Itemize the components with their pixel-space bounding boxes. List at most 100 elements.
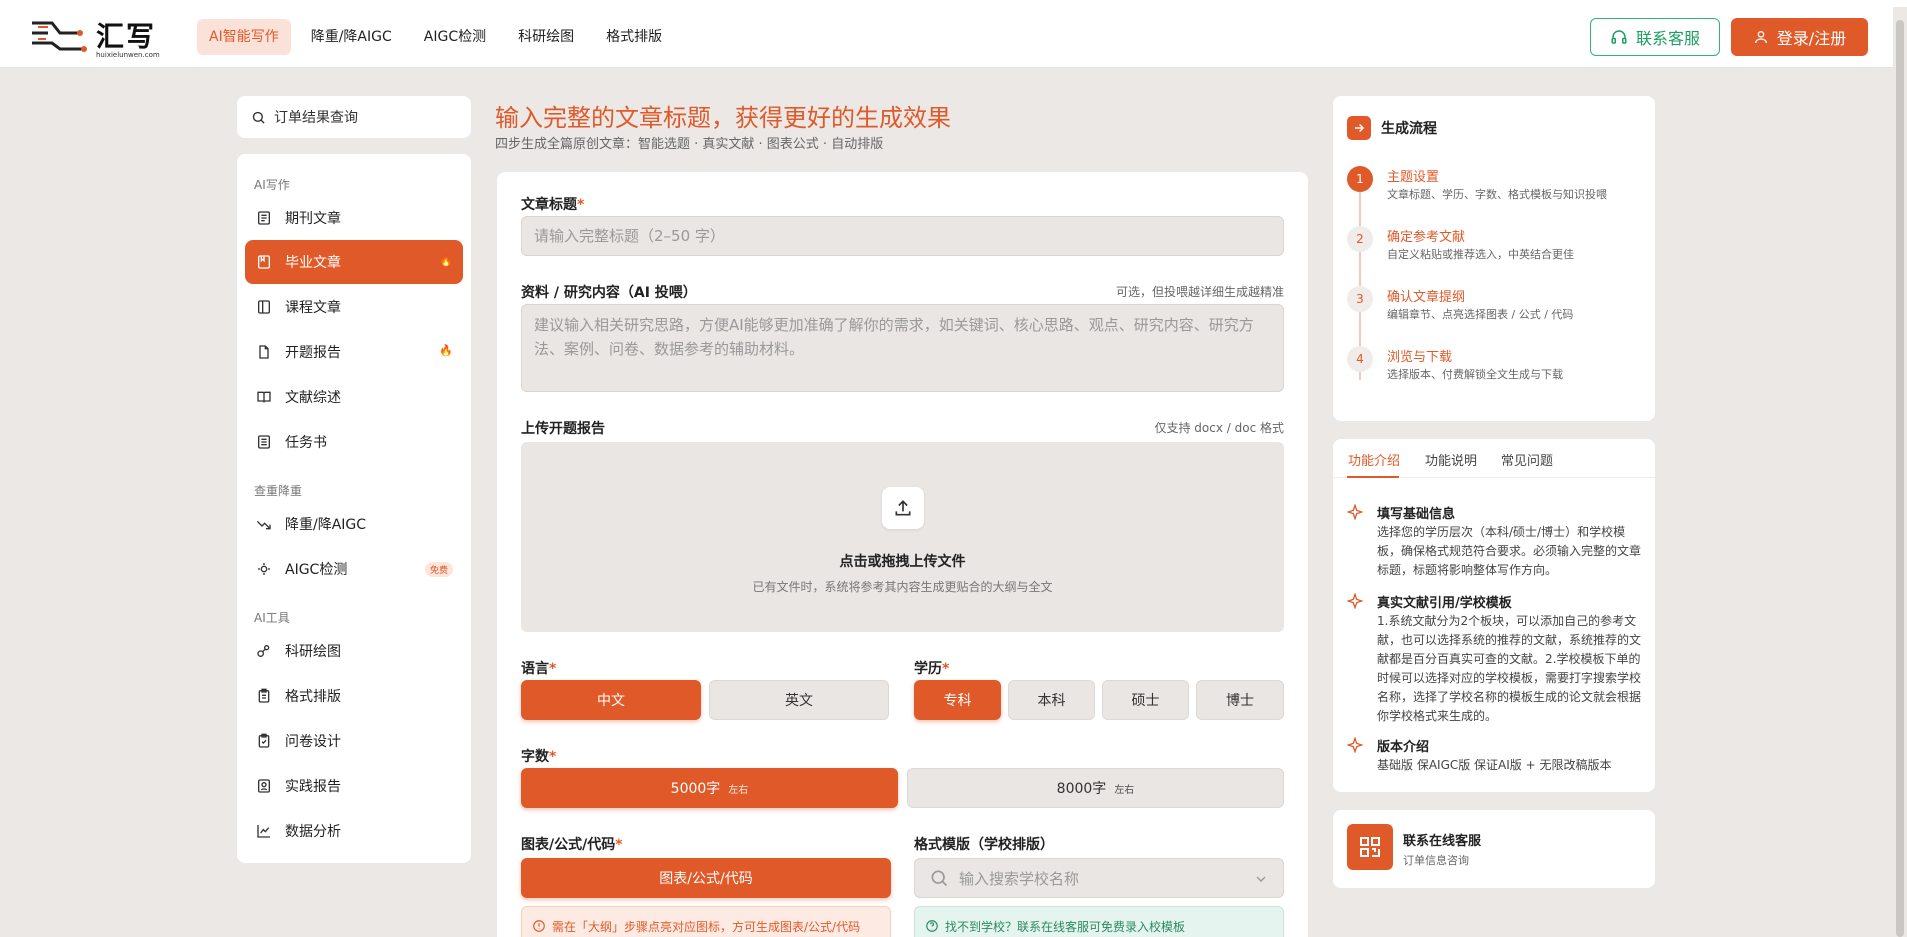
logo-mark-icon	[32, 21, 87, 52]
graduation-icon	[255, 253, 273, 271]
trend-down-icon	[255, 515, 273, 533]
nav-ai-writing[interactable]: AI智能写作	[197, 19, 291, 55]
sparkle-icon	[1347, 593, 1363, 609]
main-nav: AI智能写作 降重/降AIGC AIGC检测 科研绘图 格式排版	[197, 19, 674, 55]
intro-card: 功能介绍 功能说明 常见问题 填写基础信息 选择您的学历层次（本科/硕士/博士）…	[1333, 439, 1655, 792]
words-label: 字数*	[521, 746, 556, 766]
edu-option-boshi[interactable]: 博士	[1196, 680, 1284, 720]
nav-research-drawing[interactable]: 科研绘图	[506, 19, 586, 55]
required-mark: *	[577, 197, 585, 213]
school-template-select[interactable]: 输入搜索学校名称	[914, 858, 1284, 898]
sidebar-section-check: 查重降重	[254, 484, 303, 498]
sidebar-item-label: 期刊文章	[285, 211, 341, 227]
sidebar-item-format[interactable]: 格式排版	[245, 674, 463, 718]
words-suffix: 左右	[728, 784, 749, 796]
step-title: 确定参考文献	[1387, 230, 1466, 245]
warn-notice-text: 需在「大纲」步骤点亮对应图标，方可生成图表/公式/代码	[552, 919, 861, 934]
education-label: 学历*	[914, 658, 949, 678]
line-chart-icon	[255, 822, 273, 840]
nav-reduce[interactable]: 降重/降AIGC	[299, 19, 404, 55]
lang-option-english[interactable]: 英文	[709, 680, 889, 720]
upload-field-label: 上传开题报告	[521, 421, 605, 437]
sidebar-section-tools: AI工具	[254, 611, 290, 625]
hot-badge: 🔥	[439, 254, 453, 267]
sidebar-item-task[interactable]: 任务书	[245, 420, 463, 464]
title-field-label: 文章标题*	[521, 194, 584, 214]
upload-dropzone[interactable]: 点击或拖拽上传文件 已有文件时，系统将参考其内容生成更贴合的大纲与全文	[521, 442, 1284, 632]
sidebar-item-aigc[interactable]: AIGC检测 免费	[245, 547, 463, 591]
login-button[interactable]: 登录/注册	[1731, 18, 1868, 56]
feature-desc: 基础版 保AIGC版 保证AI版 + 无限改稿版本	[1377, 758, 1612, 772]
sparkle-icon	[1347, 737, 1363, 753]
top-strip	[0, 0, 1907, 7]
headset-icon	[1611, 30, 1627, 44]
chevron-down-icon	[1256, 876, 1266, 882]
order-search[interactable]: 订单结果查询	[237, 96, 471, 138]
arrow-right-icon	[1347, 116, 1371, 140]
qrcode-icon	[1347, 824, 1393, 870]
sidebar-item-journal[interactable]: 期刊文章	[245, 196, 463, 240]
sidebar-section-ai: AI写作	[254, 178, 290, 192]
sidebar-item-reduce[interactable]: 降重/降AIGC	[245, 502, 463, 546]
search-icon	[931, 870, 948, 887]
sidebar-item-label: 问卷设计	[285, 734, 341, 750]
contact-service-button[interactable]: 联系客服	[1590, 18, 1720, 56]
words-option-8000[interactable]: 8000字 左右	[907, 768, 1284, 808]
flow-step-3: 3 确认文章提纲 编辑章节、点亮选择图表 / 公式 / 代码	[1347, 286, 1647, 330]
sidebar-item-drawing[interactable]: 科研绘图	[245, 629, 463, 673]
page-subtitle: 四步生成全篇原创文章：智能选题 · 真实文献 · 图表公式 · 自动排版	[495, 137, 884, 152]
sidebar-item-graduation[interactable]: 毕业文章 🔥	[245, 240, 463, 284]
lang-option-chinese[interactable]: 中文	[521, 680, 701, 720]
nav-aigc-detect[interactable]: AIGC检测	[412, 19, 498, 55]
flow-title: 生成流程	[1381, 121, 1437, 137]
sidebar-item-practice[interactable]: 实践报告	[245, 764, 463, 808]
template-label: 格式模版（学校排版）	[914, 837, 1054, 853]
feature-title: 版本介绍	[1377, 740, 1430, 755]
required-mark: *	[942, 661, 950, 677]
step-number: 2	[1347, 226, 1373, 252]
logo-name: 汇写	[96, 20, 157, 53]
sidebar-item-questionnaire[interactable]: 问卷设计	[245, 719, 463, 763]
words-option-5000[interactable]: 5000字 左右	[521, 768, 898, 808]
edu-option-zhuanke[interactable]: 专科	[914, 680, 1001, 720]
search-icon	[252, 111, 265, 124]
online-service-title: 联系在线客服	[1403, 834, 1482, 849]
upload-title: 点击或拖拽上传文件	[839, 554, 966, 570]
book-icon	[255, 388, 273, 406]
material-hint: 可选，但投喂越详细生成越精准	[1115, 285, 1284, 299]
sidebar-item-proposal[interactable]: 开题报告 🔥	[245, 330, 463, 374]
tab-features[interactable]: 功能介绍	[1348, 450, 1400, 469]
online-service-card[interactable]: 联系在线客服 订单信息咨询	[1333, 810, 1655, 888]
logo[interactable]: 汇写 huixielunwen.com	[30, 13, 160, 61]
scrollbar-thumb[interactable]	[1896, 20, 1904, 937]
sidebar-item-label: 格式排版	[285, 689, 341, 705]
tab-faq[interactable]: 常见问题	[1501, 450, 1553, 469]
page-scrollbar[interactable]	[1896, 20, 1904, 937]
nav-format[interactable]: 格式排版	[594, 19, 674, 55]
material-textarea[interactable]: 建议输入相关研究思路，方便AI能够更加准确了解你的需求，如关键词、核心思路、观点…	[521, 304, 1284, 392]
sidebar-item-label: 开题报告	[285, 345, 341, 361]
tab-instructions[interactable]: 功能说明	[1425, 450, 1477, 469]
sidebar-item-data[interactable]: 数据分析	[245, 809, 463, 853]
language-label-text: 语言	[521, 661, 549, 677]
title-input[interactable]: 请输入完整标题（2–50 字）	[521, 216, 1284, 256]
sidebar-item-label: 任务书	[285, 435, 327, 451]
chart-formula-code-button[interactable]: 图表/公式/代码	[521, 858, 891, 898]
sidebar-item-course[interactable]: 课程文章	[245, 285, 463, 329]
chart-draw-icon	[255, 642, 273, 660]
sidebar-item-label: 科研绘图	[285, 644, 341, 660]
edu-option-benke[interactable]: 本科	[1008, 680, 1095, 720]
words-label-text: 字数	[521, 749, 549, 765]
language-label: 语言*	[521, 658, 556, 678]
sidebar-item-label: 降重/降AIGC	[285, 517, 367, 533]
chart-label: 图表/公式/代码*	[521, 834, 623, 854]
step-number: 1	[1347, 166, 1373, 192]
material-field-label: 资料 / 研究内容（AI 投喂）	[521, 285, 697, 301]
form-card: 文章标题* 请输入完整标题（2–50 字） 资料 / 研究内容（AI 投喂） 可…	[497, 172, 1308, 937]
sidebar-item-literature[interactable]: 文献综述	[245, 375, 463, 419]
sidebar-item-label: 文献综述	[285, 390, 341, 406]
detect-icon	[255, 560, 273, 578]
edu-option-shuoshi[interactable]: 硕士	[1102, 680, 1189, 720]
words-value: 8000字	[1056, 781, 1107, 797]
required-mark: *	[615, 837, 623, 853]
